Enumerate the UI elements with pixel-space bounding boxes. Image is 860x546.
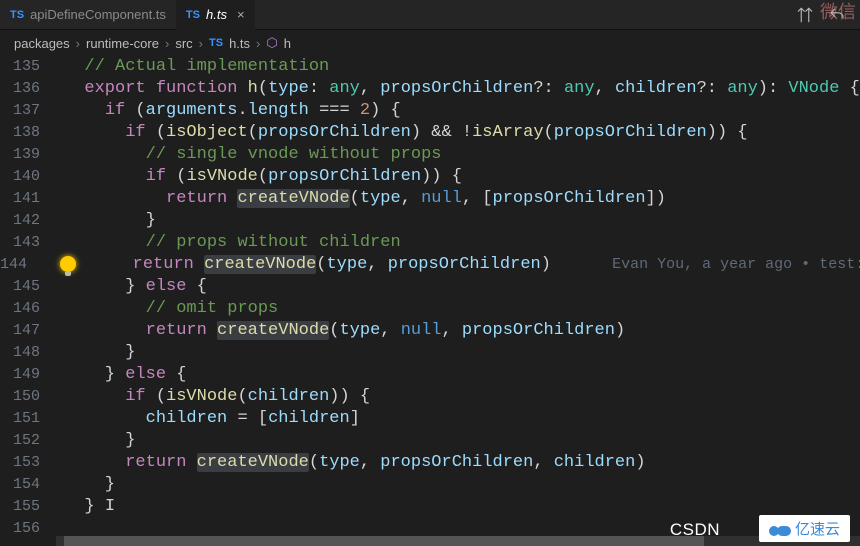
line-number: 154: [0, 474, 56, 496]
line-number: 139: [0, 144, 56, 166]
horizontal-scrollbar[interactable]: [56, 536, 860, 546]
code-text[interactable]: }: [56, 474, 115, 496]
scrollbar-thumb[interactable]: [64, 536, 704, 546]
code-text[interactable]: } I: [56, 496, 115, 518]
line-number: 153: [0, 452, 56, 474]
close-icon[interactable]: ×: [237, 7, 245, 22]
code-text[interactable]: if (isVNode(propsOrChildren)) {: [56, 166, 462, 188]
line-number: 138: [0, 122, 56, 144]
ts-icon: TS: [10, 9, 24, 21]
function-icon: ⬡: [266, 35, 277, 51]
code-line[interactable]: 148 }: [0, 342, 860, 364]
code-line[interactable]: 144 return createVNode(type, propsOrChil…: [0, 254, 860, 276]
line-number: 135: [0, 56, 56, 78]
code-line[interactable]: 153 return createVNode(type, propsOrChil…: [0, 452, 860, 474]
tab-h-ts[interactable]: TS h.ts ×: [176, 0, 255, 30]
code-line[interactable]: 138 if (isObject(propsOrChildren) && !is…: [0, 122, 860, 144]
tab-bar: TS apiDefineComponent.ts TS h.ts × 微信: [0, 0, 860, 30]
code-line[interactable]: 150 if (isVNode(children)) {: [0, 386, 860, 408]
tab-label: apiDefineComponent.ts: [30, 7, 166, 22]
line-number: 145: [0, 276, 56, 298]
code-text[interactable]: // Actual implementation: [56, 56, 329, 78]
code-text[interactable]: if (isObject(propsOrChildren) && !isArra…: [56, 122, 748, 144]
crumb-packages[interactable]: packages: [14, 36, 70, 51]
code-text[interactable]: children = [children]: [56, 408, 360, 430]
code-line[interactable]: 151 children = [children]: [0, 408, 860, 430]
line-number: 150: [0, 386, 56, 408]
line-number: 142: [0, 210, 56, 232]
line-number: 137: [0, 100, 56, 122]
code-line[interactable]: 141 return createVNode(type, null, [prop…: [0, 188, 860, 210]
code-text[interactable]: } else {: [56, 276, 207, 298]
line-number: 146: [0, 298, 56, 320]
code-line[interactable]: 143 // props without children: [0, 232, 860, 254]
crumb-symbol[interactable]: h: [284, 36, 291, 51]
line-number: 152: [0, 430, 56, 452]
tab-label: h.ts: [206, 7, 227, 22]
tab-apidefinecomponent[interactable]: TS apiDefineComponent.ts: [0, 0, 176, 30]
line-number: 155: [0, 496, 56, 518]
code-line[interactable]: 149 } else {: [0, 364, 860, 386]
code-text[interactable]: return createVNode(type, propsOrChildren…: [56, 452, 646, 474]
code-text[interactable]: // single vnode without props: [56, 144, 441, 166]
cloud-icon: [769, 522, 791, 536]
code-line[interactable]: 136 export function h(type: any, propsOr…: [0, 78, 860, 100]
lightbulb-icon[interactable]: [60, 256, 76, 272]
code-text[interactable]: if (isVNode(children)) {: [56, 386, 370, 408]
csdn-watermark: CSDN: [670, 520, 720, 540]
code-line[interactable]: 154 }: [0, 474, 860, 496]
crumb-file[interactable]: h.ts: [229, 36, 250, 51]
code-line[interactable]: 146 // omit props: [0, 298, 860, 320]
code-text[interactable]: // props without children: [56, 232, 401, 254]
line-number: 144: [0, 254, 43, 276]
code-text[interactable]: return createVNode(type, null, propsOrCh…: [56, 320, 625, 342]
code-text[interactable]: } else {: [56, 364, 186, 386]
code-line[interactable]: 137 if (arguments.length === 2) {: [0, 100, 860, 122]
code-line[interactable]: 140 if (isVNode(propsOrChildren)) {: [0, 166, 860, 188]
line-number: 151: [0, 408, 56, 430]
line-number: 148: [0, 342, 56, 364]
code-line[interactable]: 147 return createVNode(type, null, props…: [0, 320, 860, 342]
code-line[interactable]: 152 }: [0, 430, 860, 452]
code-text[interactable]: export function h(type: any, propsOrChil…: [56, 78, 860, 100]
code-text[interactable]: return createVNode(type, propsOrChildren…: [43, 254, 860, 276]
crumb-src[interactable]: src: [175, 36, 192, 51]
code-text[interactable]: return createVNode(type, null, [propsOrC…: [56, 188, 666, 210]
line-number: 136: [0, 78, 56, 100]
compare-icon[interactable]: [796, 6, 814, 24]
code-line[interactable]: 139 // single vnode without props: [0, 144, 860, 166]
line-number: 141: [0, 188, 56, 210]
ts-icon: TS: [186, 9, 200, 21]
line-number: 147: [0, 320, 56, 342]
yisu-watermark: 亿速云: [759, 515, 850, 542]
line-number: 140: [0, 166, 56, 188]
ts-icon: TS: [209, 37, 223, 49]
code-text[interactable]: if (arguments.length === 2) {: [56, 100, 401, 122]
code-text[interactable]: }: [56, 342, 135, 364]
code-text[interactable]: // omit props: [56, 298, 278, 320]
code-line[interactable]: 135 // Actual implementation: [0, 56, 860, 78]
code-line[interactable]: 145 } else {: [0, 276, 860, 298]
code-editor[interactable]: 135 // Actual implementation136 export f…: [0, 56, 860, 546]
code-text[interactable]: }: [56, 430, 135, 452]
wechat-watermark: 微信: [820, 0, 856, 24]
code-line[interactable]: 155 } I: [0, 496, 860, 518]
crumb-runtime-core[interactable]: runtime-core: [86, 36, 159, 51]
line-number: 149: [0, 364, 56, 386]
code-line[interactable]: 142 }: [0, 210, 860, 232]
line-number: 143: [0, 232, 56, 254]
line-number: 156: [0, 518, 56, 540]
code-text[interactable]: }: [56, 210, 156, 232]
breadcrumb[interactable]: packages› runtime-core› src› TS h.ts› ⬡ …: [0, 30, 860, 56]
